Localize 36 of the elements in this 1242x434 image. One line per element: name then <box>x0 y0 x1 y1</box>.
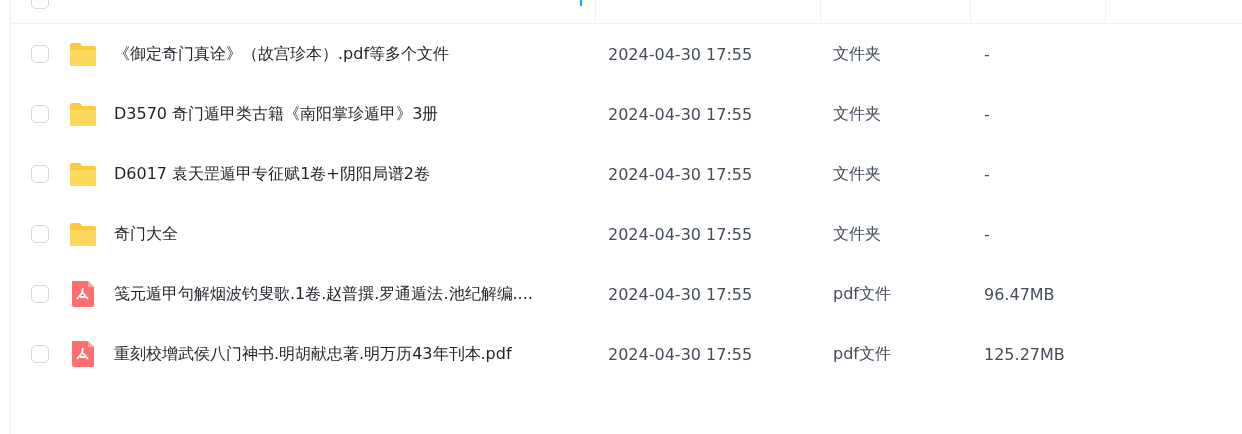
modified-time: 2024-04-30 17:55 <box>607 104 754 124</box>
pdf-file-icon <box>69 280 97 308</box>
file-type: 文件夹 <box>832 223 882 245</box>
file-name[interactable]: D3570 奇门遁甲类古籍《南阳掌珍遁甲》3册 <box>114 103 439 125</box>
file-type: 文件夹 <box>832 103 882 125</box>
row-checkbox[interactable] <box>31 45 49 63</box>
folder-icon <box>69 100 97 128</box>
file-name[interactable]: 重刻校增武侯八门神书.明胡献忠著.明万历43年刊本.pdf <box>114 343 512 365</box>
folder-icon <box>69 40 97 68</box>
file-type: 文件夹 <box>832 163 882 185</box>
modified-time: 2024-04-30 17:55 <box>607 284 754 304</box>
file-name[interactable]: D6017 袁天罡遁甲专征赋1卷+阴阳局谱2卷 <box>114 163 430 185</box>
file-size: - <box>983 164 990 184</box>
file-name[interactable]: 笺元遁甲句解烟波钓叟歌.1卷.赵普撰.罗通遁法.池纪解编.... <box>114 283 533 305</box>
file-type: pdf文件 <box>832 283 892 305</box>
modified-time: 2024-04-30 17:55 <box>607 44 754 64</box>
file-size: - <box>983 44 990 64</box>
modified-time: 2024-04-30 17:55 <box>607 344 754 364</box>
file-size: 96.47MB <box>983 284 1055 304</box>
modified-time: 2024-04-30 17:55 <box>607 164 754 184</box>
file-name[interactable]: 《御定奇门真诠》（故宫珍本）.pdf等多个文件 <box>114 43 450 65</box>
pdf-file-icon <box>69 340 97 368</box>
row-checkbox[interactable] <box>31 225 49 243</box>
row-checkbox[interactable] <box>31 165 49 183</box>
folder-icon <box>69 160 97 188</box>
file-size: 125.27MB <box>983 344 1065 364</box>
file-type: pdf文件 <box>832 343 892 365</box>
file-name[interactable]: 奇门大全 <box>114 223 178 245</box>
file-size: - <box>983 104 990 124</box>
file-type: 文件夹 <box>832 43 882 65</box>
modified-time: 2024-04-30 17:55 <box>607 224 754 244</box>
row-checkbox[interactable] <box>31 285 49 303</box>
row-checkbox[interactable] <box>31 345 49 363</box>
row-checkbox[interactable] <box>31 105 49 123</box>
file-size: - <box>983 224 990 244</box>
folder-icon <box>69 220 97 248</box>
